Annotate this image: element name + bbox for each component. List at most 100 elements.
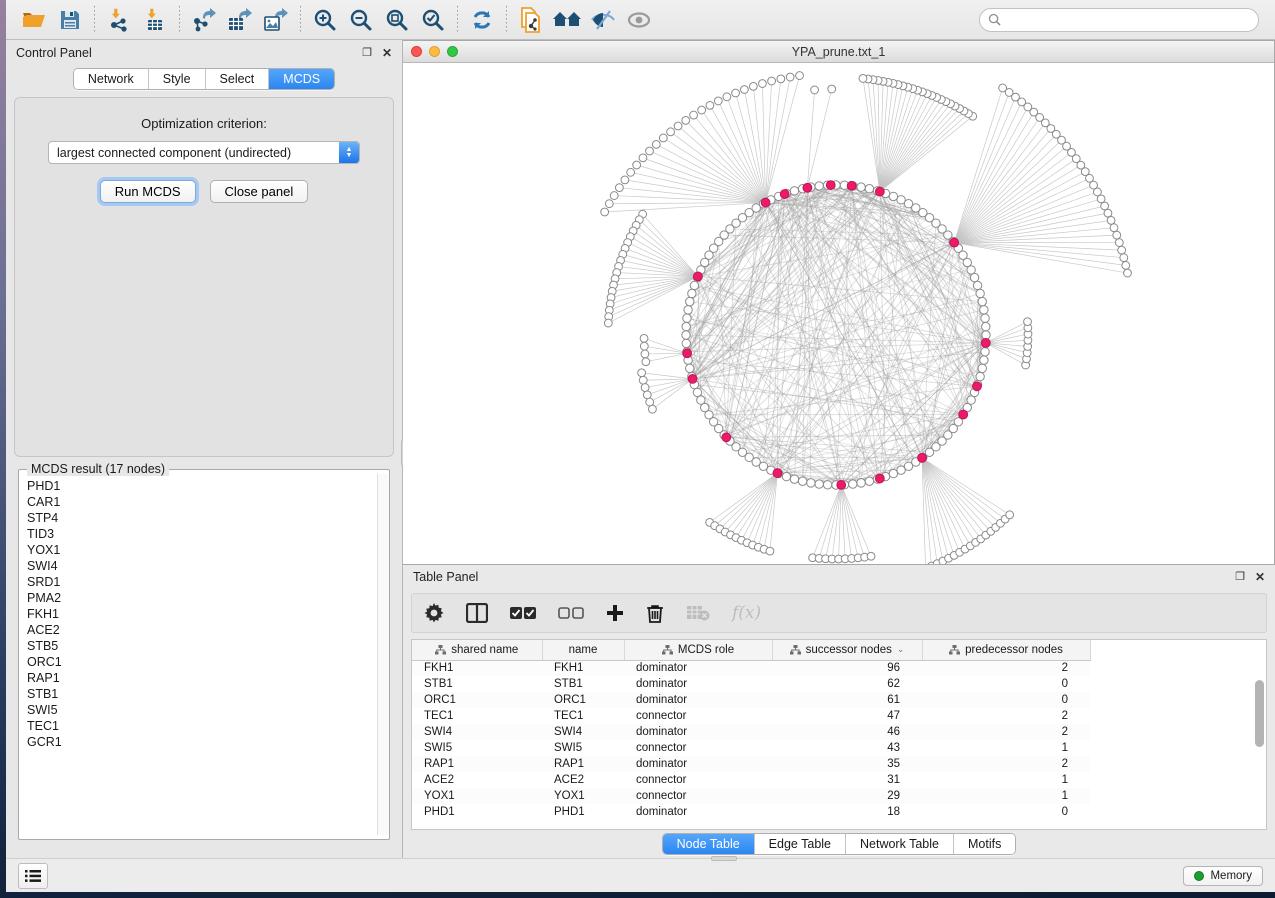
network-node[interactable] (621, 176, 629, 184)
network-node[interactable] (1006, 511, 1014, 519)
mcds-result-item[interactable]: PMA2 (27, 590, 377, 606)
network-node[interactable] (1107, 216, 1115, 224)
network-node[interactable] (642, 358, 650, 366)
save-icon[interactable] (52, 4, 88, 36)
network-node[interactable] (659, 134, 667, 142)
network-node[interactable] (796, 72, 804, 80)
export-network-icon[interactable] (186, 4, 222, 36)
network-node[interactable] (639, 376, 647, 384)
network-node[interactable] (973, 281, 981, 289)
network-node[interactable] (1024, 318, 1032, 326)
mcds-result-item[interactable]: STP4 (27, 510, 377, 526)
network-node[interactable] (982, 322, 990, 330)
zoom-out-icon[interactable] (343, 4, 379, 36)
network-dominator-node[interactable] (847, 181, 856, 190)
network-node[interactable] (865, 477, 873, 485)
float-panel-icon[interactable]: ❐ (1235, 572, 1245, 583)
network-dominator-node[interactable] (826, 181, 835, 190)
add-column-icon[interactable] (606, 604, 624, 622)
network-node[interactable] (706, 101, 714, 109)
table-row[interactable]: SWI5SWI5connector431 (412, 740, 1090, 756)
mcds-result-item[interactable]: PHD1 (27, 478, 377, 494)
network-node[interactable] (786, 73, 794, 81)
network-dominator-node[interactable] (722, 433, 731, 442)
network-node[interactable] (1113, 231, 1121, 239)
network-node[interactable] (978, 364, 986, 372)
network-node[interactable] (782, 472, 790, 480)
home-networks-icon[interactable] (549, 4, 585, 36)
window-minimize-icon[interactable] (429, 46, 440, 57)
network-dominator-node[interactable] (803, 183, 812, 192)
network-node[interactable] (682, 339, 690, 347)
network-node[interactable] (688, 289, 696, 297)
export-image-icon[interactable] (258, 4, 294, 36)
deselect-all-icon[interactable] (558, 606, 584, 620)
network-node[interactable] (970, 273, 978, 281)
tab-edge-table[interactable]: Edge Table (755, 834, 846, 854)
network-node[interactable] (976, 372, 984, 380)
select-all-icon[interactable] (510, 606, 536, 620)
network-node[interactable] (798, 477, 806, 485)
network-node[interactable] (828, 85, 836, 93)
mcds-result-item[interactable]: STB5 (27, 638, 377, 654)
network-node[interactable] (686, 297, 694, 305)
network-node[interactable] (1124, 269, 1132, 277)
network-node[interactable] (815, 480, 823, 488)
window-maximize-icon[interactable] (447, 46, 458, 57)
network-node[interactable] (980, 306, 988, 314)
network-node[interactable] (641, 350, 649, 358)
network-dominator-node[interactable] (875, 474, 884, 483)
memory-button[interactable]: Memory (1183, 866, 1263, 886)
network-node[interactable] (777, 75, 785, 83)
mcds-result-item[interactable]: GCR1 (27, 734, 377, 750)
network-node[interactable] (643, 391, 651, 399)
network-node[interactable] (638, 369, 646, 377)
zoom-selected-icon[interactable] (415, 4, 451, 36)
network-node[interactable] (857, 479, 865, 487)
search-field[interactable] (979, 8, 1259, 32)
network-node[interactable] (1101, 202, 1109, 210)
network-node[interactable] (698, 106, 706, 114)
network-node[interactable] (857, 183, 865, 191)
network-node[interactable] (639, 154, 647, 162)
mcds-result-item[interactable]: ORC1 (27, 654, 377, 670)
network-dominator-node[interactable] (780, 190, 789, 199)
network-node[interactable] (732, 89, 740, 97)
network-node[interactable] (693, 388, 701, 396)
table-row[interactable]: PHD1PHD1dominator180 (412, 804, 1090, 820)
tab-node-table[interactable]: Node Table (663, 834, 755, 854)
network-dominator-node[interactable] (773, 469, 782, 478)
network-node[interactable] (980, 356, 988, 364)
mcds-result-item[interactable]: CAR1 (27, 494, 377, 510)
float-panel-icon[interactable]: ❐ (362, 48, 372, 59)
network-node[interactable] (982, 331, 990, 339)
network-node[interactable] (790, 475, 798, 483)
column-header-successor-nodes[interactable]: successor nodes⌄ (772, 640, 922, 660)
close-panel-icon[interactable]: ✕ (1255, 571, 1265, 583)
network-node[interactable] (749, 82, 757, 90)
tab-select[interactable]: Select (206, 69, 270, 89)
network-node[interactable] (641, 384, 649, 392)
open-folder-icon[interactable] (16, 4, 52, 36)
mcds-result-item[interactable]: YOX1 (27, 542, 377, 558)
network-node[interactable] (811, 86, 819, 94)
window-close-icon[interactable] (411, 46, 422, 57)
network-node[interactable] (967, 396, 975, 404)
tab-network[interactable]: Network (74, 69, 149, 89)
network-node[interactable] (674, 122, 682, 130)
network-window-titlebar[interactable]: YPA_prune.txt_1 (403, 41, 1274, 63)
show-all-icon[interactable] (621, 4, 657, 36)
network-node[interactable] (1120, 254, 1128, 262)
refresh-icon[interactable] (464, 4, 500, 36)
network-node[interactable] (652, 140, 660, 148)
network-node[interactable] (981, 314, 989, 322)
network-dominator-node[interactable] (688, 374, 697, 383)
table-row[interactable]: RAP1RAP1dominator352 (412, 756, 1090, 772)
close-panel-icon[interactable]: ✕ (382, 47, 392, 59)
table-scrollbar[interactable] (1255, 664, 1264, 823)
split-handle-horizontal[interactable] (711, 856, 737, 861)
mcds-result-item[interactable]: SWI5 (27, 702, 377, 718)
network-node[interactable] (759, 80, 767, 88)
network-node[interactable] (976, 289, 984, 297)
network-node[interactable] (686, 364, 694, 372)
